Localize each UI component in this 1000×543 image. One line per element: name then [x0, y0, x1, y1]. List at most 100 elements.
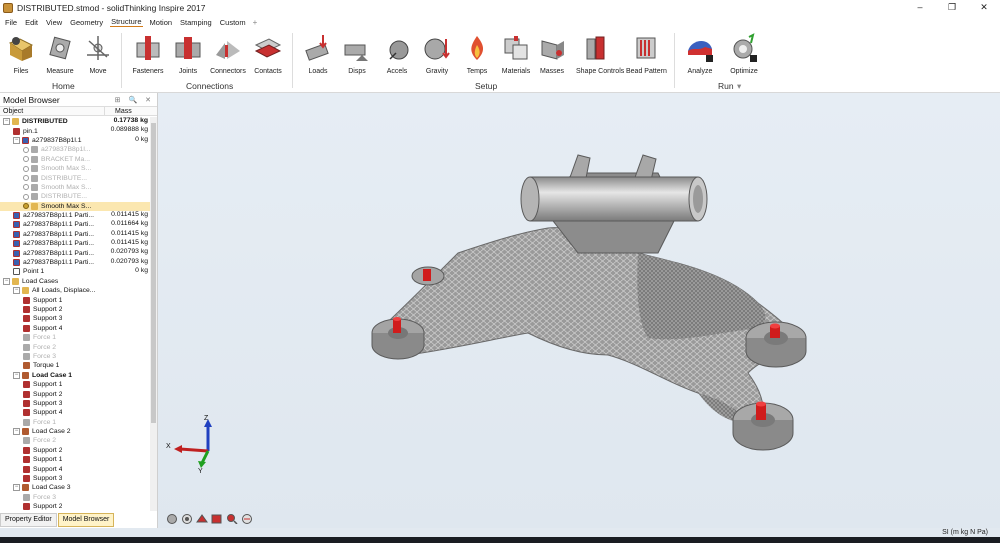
files-button[interactable]: Files	[1, 33, 41, 75]
disps-button[interactable]: Disps	[337, 33, 377, 75]
optimize-button[interactable]: Optimize	[724, 33, 764, 75]
shape-controls-button[interactable]: Shape Controls	[576, 33, 624, 75]
tree-row[interactable]: a279837B8p1l.1 Parti... 0.020793 kg	[0, 248, 150, 257]
tree-radio[interactable]	[23, 175, 29, 182]
tree-row[interactable]: − Load Case 3	[0, 483, 150, 492]
minimize-button[interactable]: –	[904, 0, 936, 15]
maximize-button[interactable]: ❐	[936, 0, 968, 15]
bead-pattern-button[interactable]: Bead Pattern	[626, 33, 667, 75]
menu-edit[interactable]: Edit	[24, 18, 39, 27]
tree-row[interactable]: Support 1	[0, 295, 150, 304]
temps-button[interactable]: Temps	[457, 33, 497, 75]
tree-radio[interactable]	[23, 165, 29, 172]
view-home-icon[interactable]	[166, 513, 178, 524]
tree-row[interactable]: Smooth Max S...	[0, 201, 150, 211]
contacts-button[interactable]: Contacts	[248, 33, 288, 75]
accels-button[interactable]: Accels	[377, 33, 417, 75]
tree-row[interactable]: − Load Case 2	[0, 427, 150, 436]
tree-row[interactable]: − Load Cases	[0, 277, 150, 286]
tree-expander-icon[interactable]: −	[13, 287, 20, 295]
tree-row[interactable]: Support 4	[0, 324, 150, 333]
view-orbit-icon[interactable]	[181, 513, 193, 524]
tree-row[interactable]: Torque 1	[0, 361, 150, 370]
fasteners-button[interactable]: Fasteners	[128, 33, 168, 75]
tree-row[interactable]: a279837B8p1l.1 Parti... 0.011415 kg	[0, 239, 150, 248]
tree-row[interactable]: Support 2	[0, 446, 150, 455]
menu-motion[interactable]: Motion	[149, 18, 174, 27]
materials-button[interactable]: Materials	[496, 33, 536, 75]
column-mass[interactable]: Mass	[105, 107, 150, 115]
tree-row[interactable]: Force 2	[0, 342, 150, 351]
tree-expander-icon[interactable]: −	[13, 371, 20, 379]
view-pan-icon[interactable]	[241, 513, 253, 524]
menu-view[interactable]: View	[45, 18, 63, 27]
tree-row[interactable]: a279837B8p1l.1 Parti... 0.011415 kg	[0, 211, 150, 220]
tree-row[interactable]: Support 3	[0, 474, 150, 483]
tree-row[interactable]: a279837B8p1l.1 Parti... 0.011415 kg	[0, 230, 150, 239]
tree-expander-icon[interactable]: −	[3, 277, 10, 285]
menu-custom[interactable]: Custom	[219, 18, 247, 27]
tree-expander-icon[interactable]: −	[13, 136, 20, 144]
tree-row[interactable]: a279837B8p1l.1 Parti... 0.020793 kg	[0, 258, 150, 267]
measure-button[interactable]: Measure	[40, 33, 80, 75]
menu-file[interactable]: File	[4, 18, 18, 27]
tree-row[interactable]: Support 4	[0, 464, 150, 473]
tree-row[interactable]: − a279837B8p1l.1 0 kg	[0, 136, 150, 145]
run-dropdown-arrow-icon[interactable]: ▾	[737, 81, 741, 92]
bracket-model[interactable]	[158, 93, 1000, 528]
close-button[interactable]: ✕	[968, 0, 1000, 15]
tree-expander-icon[interactable]: −	[3, 118, 10, 126]
tree-row[interactable]: − Load Case 1	[0, 371, 150, 380]
tree-radio[interactable]	[23, 184, 29, 191]
tree-row[interactable]: a279837B8p1l...	[0, 145, 150, 154]
tree-row[interactable]: Force 1	[0, 333, 150, 342]
tree-row[interactable]: Force 2	[0, 436, 150, 445]
tree-row[interactable]: Support 2	[0, 389, 150, 398]
connectors-button[interactable]: Connectors	[208, 33, 248, 75]
tree-row[interactable]: pin.1 0.089888 kg	[0, 126, 150, 135]
masses-button[interactable]: Masses	[532, 33, 572, 75]
tree-row[interactable]: Smooth Max S...	[0, 164, 150, 173]
tree-row[interactable]: Support 2	[0, 502, 150, 511]
model-tree[interactable]: − DISTRIBUTED 0.17738 kg pin.1 0.089888 kg − a…	[0, 117, 150, 511]
tree-row[interactable]: Force 3	[0, 493, 150, 502]
tree-scrollbar[interactable]	[150, 117, 157, 511]
view-section-icon[interactable]	[196, 513, 208, 524]
tree-row[interactable]: a279837B8p1l.1 Parti... 0.011664 kg	[0, 220, 150, 229]
tab-model-browser[interactable]: Model Browser	[57, 513, 115, 527]
tree-expander-icon[interactable]: −	[13, 484, 20, 492]
tree-row[interactable]: − DISTRIBUTED 0.17738 kg	[0, 117, 150, 126]
tree-row[interactable]: DISTRIBUTE...	[0, 192, 150, 201]
model-viewport[interactable]: Z X Y	[158, 93, 1000, 528]
tree-row[interactable]: Support 2	[0, 305, 150, 314]
tree-row[interactable]: Smooth Max S...	[0, 183, 150, 192]
tree-radio[interactable]	[23, 203, 29, 210]
panel-controls-icon[interactable]: ⊞ 🔍 ✕	[115, 96, 154, 104]
analyze-button[interactable]: Analyze	[680, 33, 720, 75]
tree-row[interactable]: BRACKET Ma...	[0, 155, 150, 164]
tree-row[interactable]: Force 3	[0, 352, 150, 361]
menu-geometry[interactable]: Geometry	[69, 18, 104, 27]
tree-row[interactable]: Support 1	[0, 455, 150, 464]
menu-structure[interactable]: Structure	[110, 17, 143, 27]
gravity-button[interactable]: Gravity	[417, 33, 457, 75]
tree-row[interactable]: Force 1	[0, 418, 150, 427]
tree-radio[interactable]	[23, 193, 29, 200]
view-zoom-icon[interactable]	[226, 513, 238, 524]
scrollbar-thumb[interactable]	[151, 123, 156, 423]
tree-row[interactable]: Support 4	[0, 408, 150, 417]
view-box-icon[interactable]	[211, 513, 223, 524]
tree-radio[interactable]	[23, 156, 29, 163]
menu-stamping[interactable]: Stamping	[179, 18, 213, 27]
tree-expander-icon[interactable]: −	[13, 428, 20, 436]
units-selector[interactable]: SI (m kg N Pa)	[942, 529, 988, 536]
tab-property-editor[interactable]: Property Editor	[0, 513, 57, 527]
tree-row[interactable]: Point 1 0 kg	[0, 267, 150, 276]
loads-button[interactable]: Loads	[298, 33, 338, 75]
add-ribbon-plus-icon[interactable]: +	[253, 18, 258, 27]
tree-row[interactable]: Support 3	[0, 399, 150, 408]
tree-row[interactable]: DISTRIBUTE...	[0, 173, 150, 182]
move-button[interactable]: Move	[78, 33, 118, 75]
column-object[interactable]: Object	[0, 107, 105, 115]
tree-row[interactable]: − All Loads, Displace...	[0, 286, 150, 295]
